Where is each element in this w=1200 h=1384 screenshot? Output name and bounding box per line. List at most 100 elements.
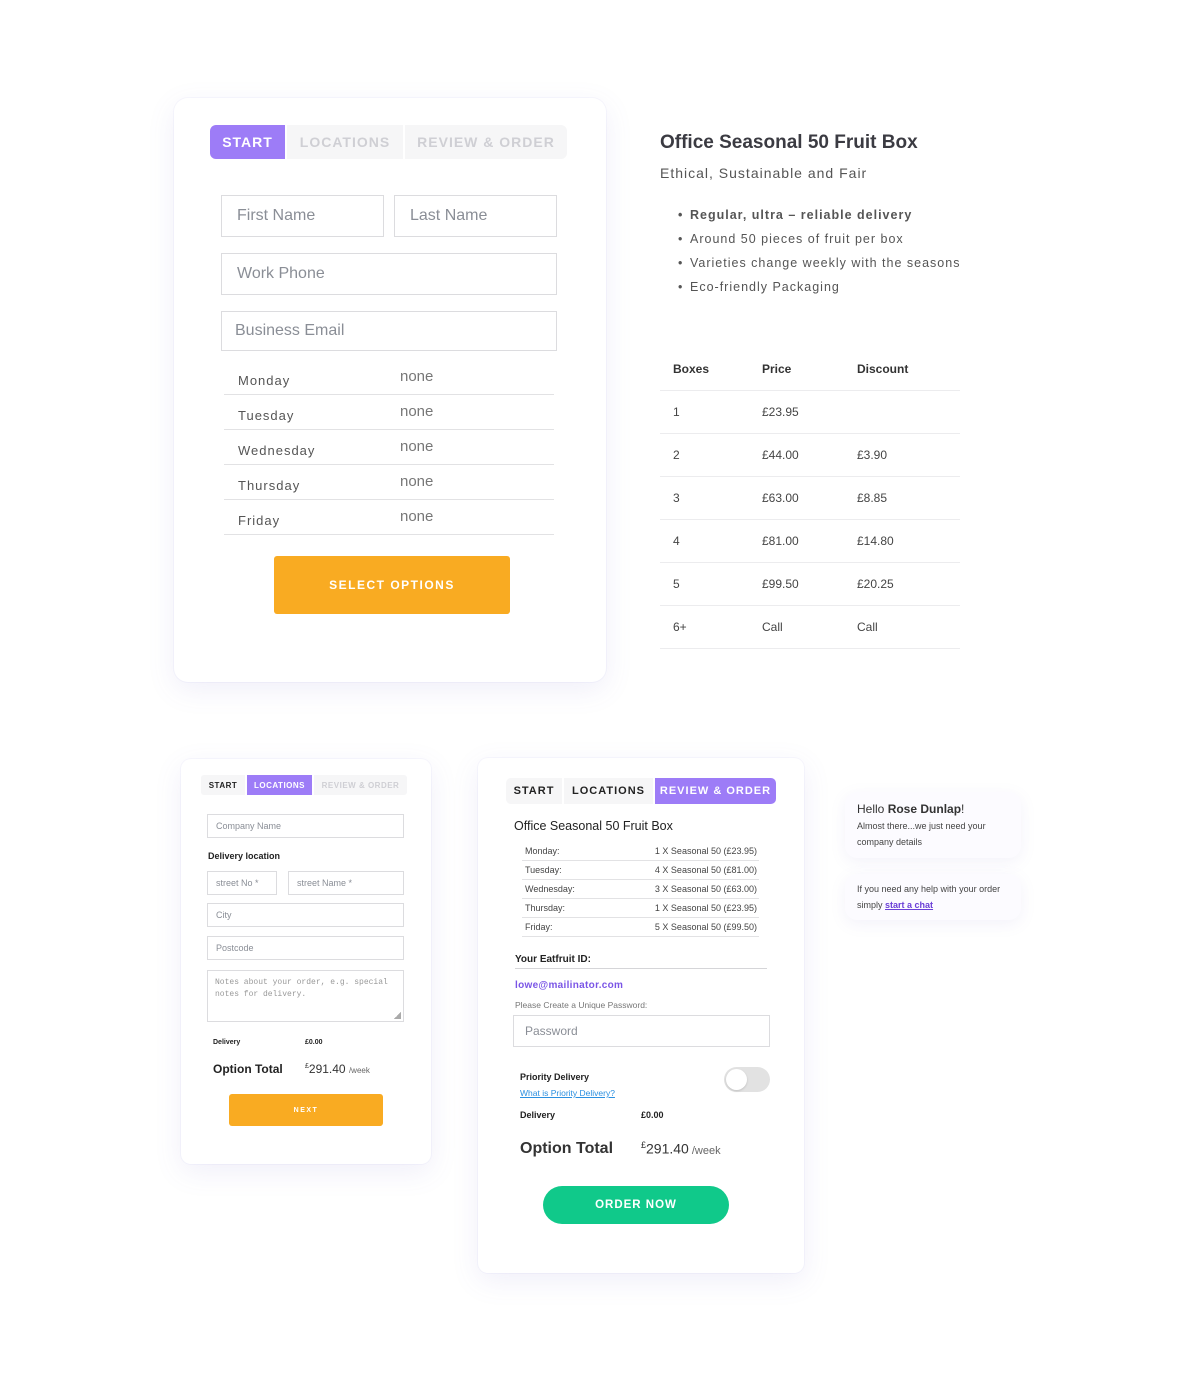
tab-locations[interactable]: LOCATIONS <box>287 125 405 159</box>
header-discount: Discount <box>844 348 960 391</box>
schedule-row: Thursday: 1 X Seasonal 50 (£23.95) <box>522 899 759 918</box>
step-tabs: START LOCATIONS REVIEW & ORDER <box>201 775 407 795</box>
first-name-input[interactable]: First Name <box>221 195 384 237</box>
header-boxes: Boxes <box>660 348 749 391</box>
tab-review-order[interactable]: REVIEW & ORDER <box>655 778 776 804</box>
greeting-prefix: Hello <box>857 802 888 816</box>
cell-price: £99.50 <box>749 562 844 606</box>
option-total-value: £291.40/week <box>641 1140 721 1157</box>
schedule-value: 1 X Seasonal 50 (£23.95) <box>654 846 757 856</box>
review-order-step-card: START LOCATIONS REVIEW & ORDER Office Se… <box>478 758 804 1273</box>
table-row: 3 £63.00 £8.85 <box>660 476 960 520</box>
select-options-button[interactable]: SELECT OPTIONS <box>274 556 510 614</box>
password-input[interactable]: Password <box>513 1015 770 1047</box>
total-amount: 291.40 <box>308 1062 346 1076</box>
product-subtitle: Ethical, Sustainable and Fair <box>660 165 868 181</box>
cell-boxes: 1 <box>660 390 749 434</box>
divider <box>515 968 767 969</box>
work-phone-input[interactable]: Work Phone <box>221 253 557 295</box>
chat-message: Almost there...we just need your company… <box>857 821 986 847</box>
postcode-input[interactable]: Postcode <box>207 936 404 960</box>
locations-step-card: START LOCATIONS REVIEW & ORDER Company N… <box>181 759 431 1164</box>
priority-delivery-label: Priority Delivery <box>520 1072 590 1082</box>
chat-bubble-help: If you need any help with your order sim… <box>845 874 1021 920</box>
tab-locations[interactable]: LOCATIONS <box>564 778 655 804</box>
street-name-input[interactable]: street Name * <box>288 871 404 895</box>
table-row: 4 £81.00 £14.80 <box>660 519 960 563</box>
day-value[interactable]: none <box>400 473 433 490</box>
order-title: Office Seasonal 50 Fruit Box <box>514 819 673 833</box>
day-label: Tuesday <box>238 408 295 423</box>
priority-delivery-info-link[interactable]: What is Priority Delivery? <box>520 1088 615 1098</box>
cell-discount: £20.25 <box>844 562 960 606</box>
tab-review-order[interactable]: REVIEW & ORDER <box>405 125 567 159</box>
schedule-day: Tuesday: <box>525 865 562 875</box>
day-label: Thursday <box>238 478 301 493</box>
option-total-label: Option Total <box>213 1062 283 1076</box>
order-notes-textarea[interactable]: Notes about your order, e.g. special not… <box>207 970 404 1022</box>
delivery-location-label: Delivery location <box>208 851 281 861</box>
schedule-value: 4 X Seasonal 50 (£81.00) <box>654 865 757 875</box>
day-row-wednesday[interactable]: Wednesday none <box>224 430 554 465</box>
tab-start[interactable]: START <box>201 775 247 795</box>
toggle-knob <box>726 1069 747 1090</box>
day-row-friday[interactable]: Friday none <box>224 500 554 535</box>
tab-locations[interactable]: LOCATIONS <box>247 775 314 795</box>
password-label: Please Create a Unique Password: <box>515 1000 648 1010</box>
schedule-row: Friday: 5 X Seasonal 50 (£99.50) <box>522 918 759 937</box>
cell-boxes: 2 <box>660 433 749 477</box>
greeting-suffix: ! <box>961 802 965 816</box>
day-value[interactable]: none <box>400 368 433 385</box>
business-email-input[interactable]: Business Email <box>221 311 557 351</box>
cell-price: £63.00 <box>749 476 844 520</box>
day-label: Monday <box>238 373 291 388</box>
total-amount: 291.40 <box>646 1140 689 1157</box>
price-table: Boxes Price Discount 1 £23.95 2 £44.00 £3.9… <box>660 348 960 649</box>
option-total-value: £291.40 /week <box>305 1062 370 1076</box>
schedule-day: Wednesday: <box>525 884 575 894</box>
day-row-thursday[interactable]: Thursday none <box>224 465 554 500</box>
day-value[interactable]: none <box>400 403 433 420</box>
cell-discount: £3.90 <box>844 433 960 477</box>
next-button[interactable]: NEXT <box>229 1094 383 1126</box>
option-total-label: Option Total <box>520 1140 614 1157</box>
cell-price: Call <box>749 605 844 649</box>
schedule-day: Friday: <box>525 922 553 932</box>
order-now-button[interactable]: ORDER NOW <box>543 1186 729 1224</box>
cell-boxes: 3 <box>660 476 749 520</box>
day-value[interactable]: none <box>400 438 433 455</box>
table-row: 1 £23.95 <box>660 390 960 434</box>
resize-handle-icon[interactable] <box>394 1012 401 1019</box>
day-row-tuesday[interactable]: Tuesday none <box>224 395 554 430</box>
city-input[interactable]: City <box>207 903 404 927</box>
day-label: Wednesday <box>238 443 316 458</box>
tab-review-order[interactable]: REVIEW & ORDER <box>314 775 407 795</box>
day-label: Friday <box>238 513 281 528</box>
cell-discount: Call <box>844 605 960 649</box>
eatfruit-id-email: lowe@mailinator.com <box>515 980 624 991</box>
schedule-value: 3 X Seasonal 50 (£63.00) <box>654 884 757 894</box>
schedule-row: Wednesday: 3 X Seasonal 50 (£63.00) <box>522 880 759 899</box>
priority-delivery-toggle[interactable] <box>724 1067 770 1092</box>
cell-discount: £8.85 <box>844 476 960 520</box>
tab-start[interactable]: START <box>506 778 564 804</box>
cell-discount <box>844 390 960 434</box>
table-header-row: Boxes Price Discount <box>660 348 960 391</box>
step-tabs: START LOCATIONS REVIEW & ORDER <box>506 778 776 804</box>
eatfruit-id-label: Your Eatfruit ID: <box>515 954 591 965</box>
notes-placeholder: Notes about your order, e.g. special not… <box>215 978 388 999</box>
product-title: Office Seasonal 50 Fruit Box <box>660 132 918 153</box>
day-row-monday[interactable]: Monday none <box>224 360 554 395</box>
last-name-input[interactable]: Last Name <box>394 195 557 237</box>
start-chat-link[interactable]: start a chat <box>885 900 933 910</box>
schedule-value: 5 X Seasonal 50 (£99.50) <box>654 922 757 932</box>
feature-list: Regular, ultra – reliable delivery Aroun… <box>678 208 960 304</box>
delivery-label: Delivery <box>520 1110 556 1120</box>
street-no-input[interactable]: street No * <box>207 871 277 895</box>
schedule-day: Thursday: <box>525 903 566 913</box>
day-value[interactable]: none <box>400 508 433 525</box>
table-row: 2 £44.00 £3.90 <box>660 433 960 477</box>
company-name-input[interactable]: Company Name <box>207 814 404 838</box>
tab-start[interactable]: START <box>210 125 287 159</box>
feature-item: Around 50 pieces of fruit per box <box>678 232 960 256</box>
